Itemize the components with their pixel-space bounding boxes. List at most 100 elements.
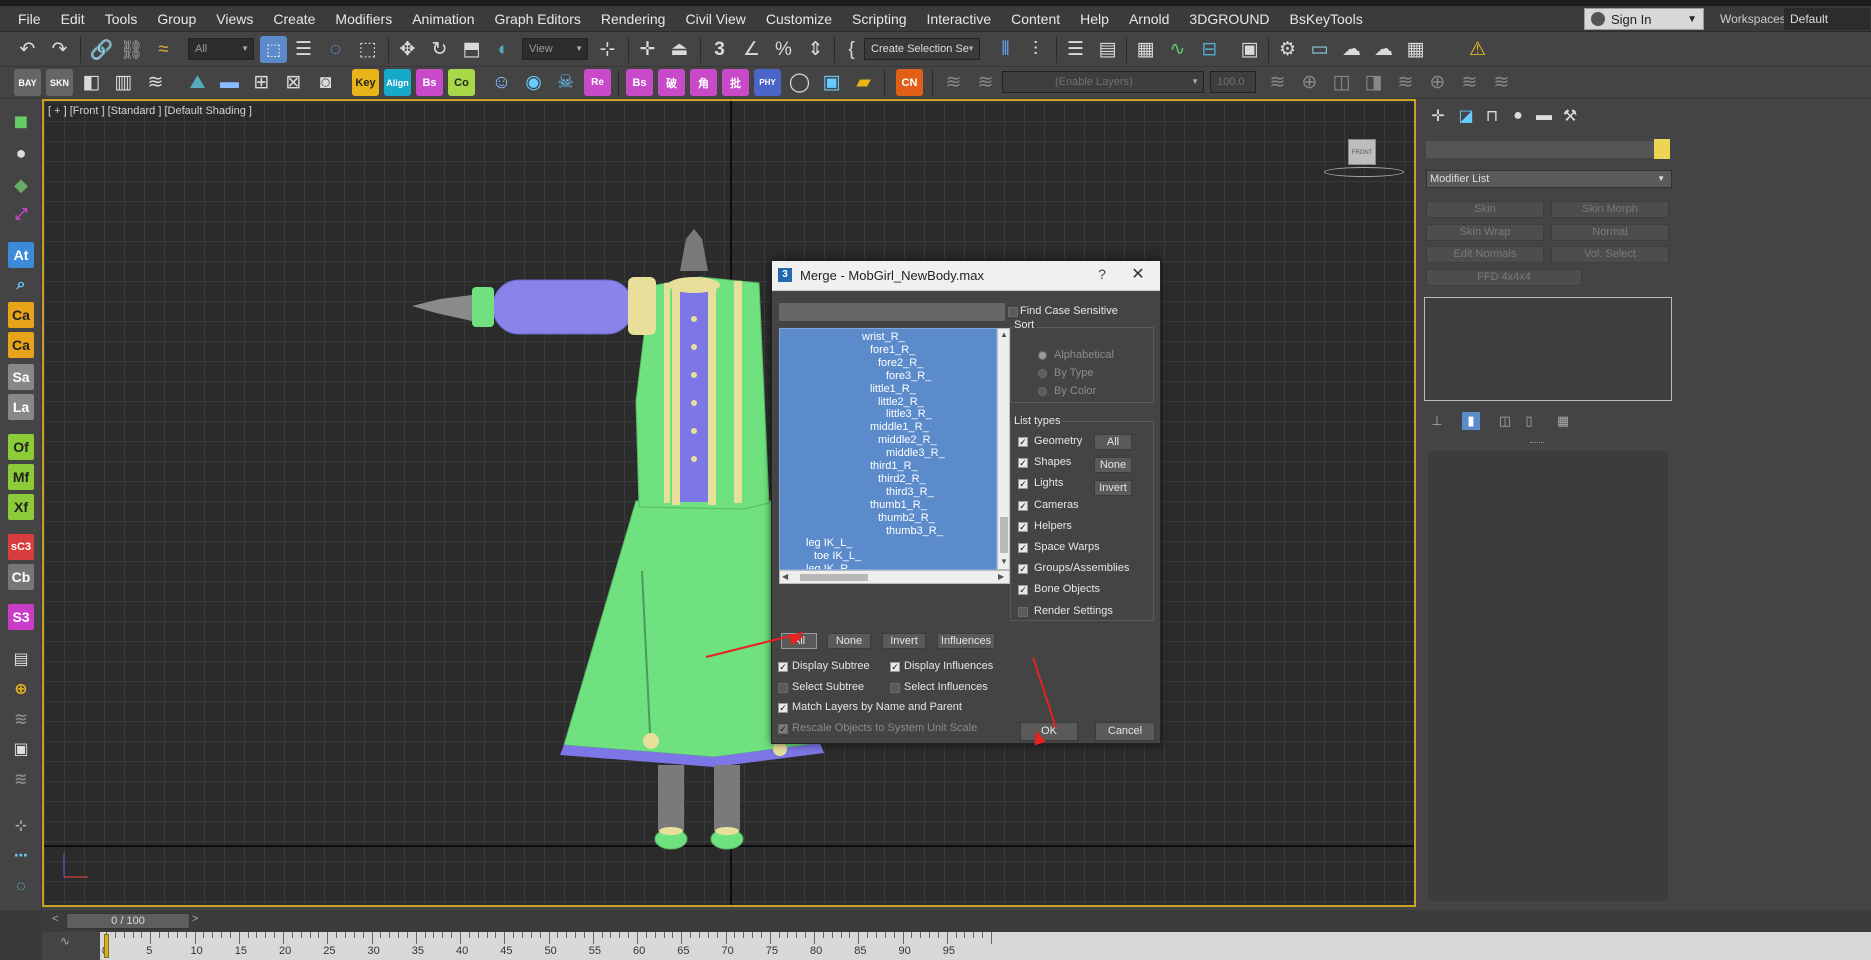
menu-bskeytools[interactable]: BsKeyTools <box>1280 11 1373 27</box>
layers-dropdown[interactable]: (Enable Layers) ▼ <box>1002 71 1204 93</box>
ik-icon[interactable]: ⊞ <box>248 69 275 96</box>
list-item[interactable]: fore3_R_ <box>886 370 931 383</box>
scroll-right-icon[interactable]: ▶ <box>998 572 1004 581</box>
scroll-down-icon[interactable]: ▼ <box>1000 557 1008 566</box>
menu-rendering[interactable]: Rendering <box>591 11 676 27</box>
time-slider[interactable]: 0 / 100 <box>66 913 190 929</box>
display-influences-checkbox[interactable]: ✓ <box>890 662 900 672</box>
left-tool-s3[interactable]: S3 <box>8 604 34 630</box>
stretch-icon[interactable]: ▬ <box>216 69 243 96</box>
prev-frame-icon[interactable]: < <box>52 913 58 925</box>
utilities-tab-icon[interactable]: ⚒ <box>1558 105 1582 127</box>
modifier-ffd-button[interactable]: FFD 4x4x4 <box>1426 269 1582 286</box>
globe-icon[interactable]: ◉ <box>520 69 547 96</box>
angle-button[interactable]: 角 <box>690 69 717 96</box>
named-selection-set-dropdown[interactable]: Create Selection Se ▼ <box>864 38 980 60</box>
left-tool-at[interactable]: At <box>8 242 34 268</box>
list-item[interactable]: leg IK_R_ <box>806 563 854 569</box>
invert-selection-button[interactable]: Invert <box>882 633 926 649</box>
selection-filter-dropdown[interactable]: All ▼ <box>188 38 254 60</box>
list-type-checkbox[interactable] <box>1018 606 1028 617</box>
modifier-stack[interactable] <box>1424 297 1672 401</box>
list-types-all-button[interactable]: All <box>1094 434 1132 450</box>
hierarchy-tab-icon[interactable]: ⊓ <box>1480 105 1504 127</box>
batch-button[interactable]: 批 <box>722 69 749 96</box>
list-item[interactable]: middle1_R_ <box>870 421 929 434</box>
left-tool-ca[interactable]: Ca <box>8 302 34 328</box>
show-end-result-icon[interactable]: ▮ <box>1462 412 1480 430</box>
phy-skin-button[interactable]: PHY <box>754 69 781 96</box>
menu-content[interactable]: Content <box>1001 11 1070 27</box>
ribbon-icon[interactable]: ▦ <box>1132 36 1159 63</box>
list-types-invert-button[interactable]: Invert <box>1094 480 1132 496</box>
sign-in-button[interactable]: Sign In ▼ <box>1584 8 1704 30</box>
object-list[interactable]: wrist_R_ fore1_R_ fore2_R_ fore3_R_ little1_… <box>779 328 997 570</box>
schematic-view-icon[interactable]: ⊟ <box>1196 36 1223 63</box>
scroll-up-icon[interactable]: ▲ <box>1000 330 1008 339</box>
camera-tool-icon[interactable]: ◙ <box>312 69 339 96</box>
configure-sets-icon[interactable]: ▦ <box>1554 412 1572 430</box>
link-icon[interactable]: 🔗 <box>88 36 115 63</box>
menu-interactive[interactable]: Interactive <box>917 11 1002 27</box>
reference-coordinate-dropdown[interactable]: View ▼ <box>522 38 588 60</box>
list-item[interactable]: little1_R_ <box>870 383 916 396</box>
create-tab-icon[interactable]: ✛ <box>1426 105 1450 127</box>
sphere-icon[interactable]: ● <box>8 140 34 166</box>
layer-add-icon[interactable]: ⊕ <box>8 676 34 702</box>
list-type-checkbox[interactable]: ✓ <box>1018 585 1028 596</box>
layer-tool-icon-4[interactable]: ◨ <box>1360 69 1387 96</box>
redo-icon[interactable]: ↷ <box>46 36 73 63</box>
scale-icon[interactable]: ⬒ <box>458 36 485 63</box>
list-horizontal-scrollbar[interactable]: ◀ ▶ <box>779 570 1010 584</box>
nik-icon[interactable]: ⊠ <box>280 69 307 96</box>
pin-stack-icon[interactable]: ⊥ <box>1428 412 1446 430</box>
viewcube-ring[interactable] <box>1324 167 1404 177</box>
layer-stack-icon[interactable]: ≋ <box>8 706 34 732</box>
find-case-sensitive-checkbox[interactable] <box>1008 307 1018 317</box>
scene-explorer-icon[interactable]: ☰ <box>1062 36 1089 63</box>
menu-help[interactable]: Help <box>1070 11 1119 27</box>
folder-icon[interactable]: ▰ <box>850 69 877 96</box>
modifier-list-dropdown[interactable]: Modifier List ▼ <box>1426 170 1672 188</box>
menu-customize[interactable]: Customize <box>756 11 842 27</box>
curtain-icon[interactable]: ▥ <box>110 69 137 96</box>
list-item[interactable]: middle3_R_ <box>886 447 945 460</box>
sort-by-color-radio[interactable] <box>1038 387 1047 396</box>
menu-modifiers[interactable]: Modifiers <box>325 11 402 27</box>
left-tool-sa[interactable]: Sa <box>8 364 34 390</box>
select-object-icon[interactable]: ⬚ <box>260 36 287 63</box>
region-select-icon[interactable]: ◌ <box>322 36 349 63</box>
cn-button[interactable]: CN <box>896 69 923 96</box>
menu-file[interactable]: File <box>8 11 51 27</box>
orbit-icon[interactable]: ◌ <box>8 874 34 900</box>
cube-icon[interactable]: ◆ <box>8 172 34 198</box>
key-button[interactable]: Key <box>352 69 379 96</box>
bs-button-2[interactable]: Bs <box>626 69 653 96</box>
rotate-icon[interactable]: ↻ <box>426 36 453 63</box>
list-item[interactable]: third2_R_ <box>878 473 926 486</box>
layer-tool-icon-6[interactable]: ⊕ <box>1424 69 1451 96</box>
place-icon[interactable]: ◐ <box>490 36 517 63</box>
ok-button[interactable]: OK <box>1020 722 1078 741</box>
menu-create[interactable]: Create <box>263 11 325 27</box>
display-subtree-checkbox[interactable]: ✓ <box>778 662 788 672</box>
layer-tool-icon-1[interactable]: ≋ <box>1264 69 1291 96</box>
layer-tool-icon-2[interactable]: ⊕ <box>1296 69 1323 96</box>
menu-graph-editors[interactable]: Graph Editors <box>484 11 590 27</box>
select-manipulate-icon[interactable]: ✛ <box>634 36 661 63</box>
list-item[interactable]: little2_R_ <box>878 396 924 409</box>
left-tool-la[interactable]: La <box>8 394 34 420</box>
pivot-center-icon[interactable]: ⊹ <box>594 36 621 63</box>
sort-by-type-radio[interactable] <box>1038 369 1047 378</box>
ring-icon[interactable]: ◯ <box>786 69 813 96</box>
list-type-checkbox[interactable]: ✓ <box>1018 564 1028 575</box>
menu-3dground[interactable]: 3DGROUND <box>1179 11 1279 27</box>
left-tool-cb[interactable]: Cb <box>8 564 34 590</box>
list-vertical-scrollbar[interactable]: ▲ ▼ <box>997 328 1010 570</box>
list-item[interactable]: middle2_R_ <box>878 434 937 447</box>
select-layer-icon[interactable]: ▣ <box>8 736 34 762</box>
connect-icon[interactable]: ⋯ <box>8 842 34 868</box>
modifier-normal-button[interactable]: Normal <box>1551 224 1669 241</box>
select-influences-checkbox[interactable] <box>890 683 900 693</box>
mini-curve-icon[interactable]: ∿ <box>60 934 90 958</box>
